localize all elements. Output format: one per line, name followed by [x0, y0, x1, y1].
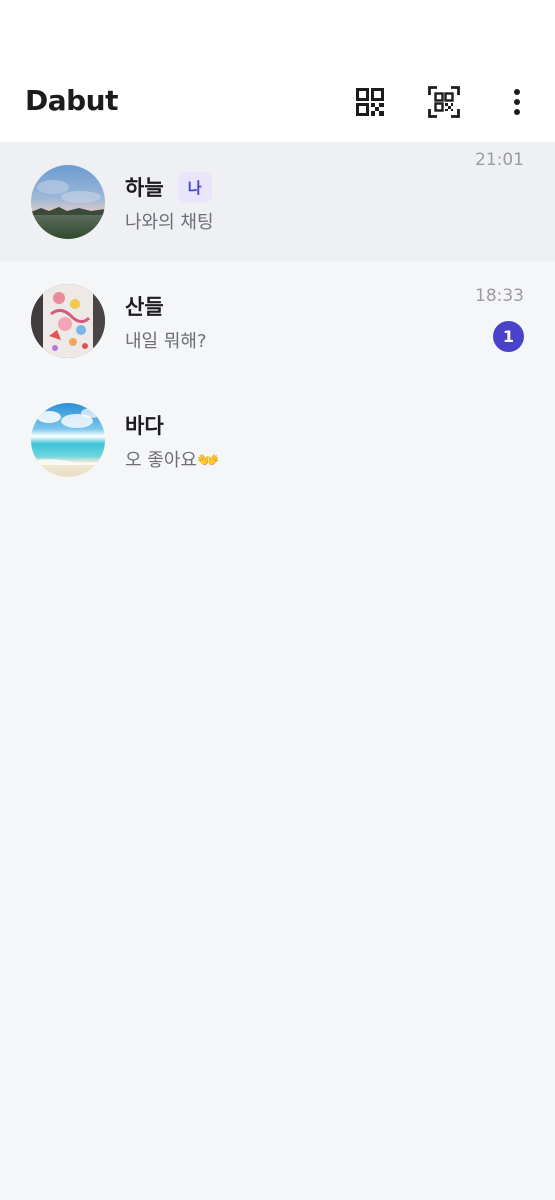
colorful-drawing-photo: [31, 284, 105, 358]
chat-preview: 내일 뭐해?: [125, 331, 207, 352]
qr-scan-icon: [428, 86, 460, 118]
chat-time: 18:33: [475, 286, 524, 306]
more-vertical-icon: [514, 89, 520, 115]
chat-time: 21:01: [475, 150, 524, 170]
chat-preview: 나와의 채팅: [125, 212, 214, 233]
sky-landscape-photo: [31, 165, 105, 239]
avatar: [31, 165, 105, 239]
more-options-button[interactable]: [497, 82, 537, 122]
chat-row-self[interactable]: 하늘 나 나와의 채팅: [0, 142, 555, 261]
chat-preview: 오 좋아요👐: [125, 450, 220, 471]
chat-name: 산들: [125, 295, 164, 319]
avatar: [31, 403, 105, 477]
top-app-bar: Dabut: [0, 0, 555, 142]
chat-name: 하늘: [125, 176, 164, 200]
unread-count-badge: 1: [493, 321, 524, 352]
avatar: [31, 284, 105, 358]
me-badge: 나: [177, 172, 212, 202]
chat-list: 하늘 나 나와의 채팅 산들 내일 뭐해? 21:01 바다 오 좋아요👐 18…: [0, 142, 555, 499]
chat-name-line: 하늘 나: [125, 170, 212, 204]
qr-code-button[interactable]: [350, 82, 390, 122]
qr-code-icon: [356, 88, 384, 116]
chat-row[interactable]: 바다 오 좋아요👐 18:33: [0, 286, 555, 499]
beach-ocean-photo: [31, 403, 105, 477]
chat-row[interactable]: 산들 내일 뭐해? 21:01: [0, 150, 555, 380]
chat-name-line: 산들: [125, 289, 164, 323]
chat-name-line: 바다: [125, 408, 164, 442]
app-title: Dabut: [25, 84, 119, 117]
chat-name: 바다: [125, 414, 164, 438]
qr-scan-button[interactable]: [424, 82, 464, 122]
